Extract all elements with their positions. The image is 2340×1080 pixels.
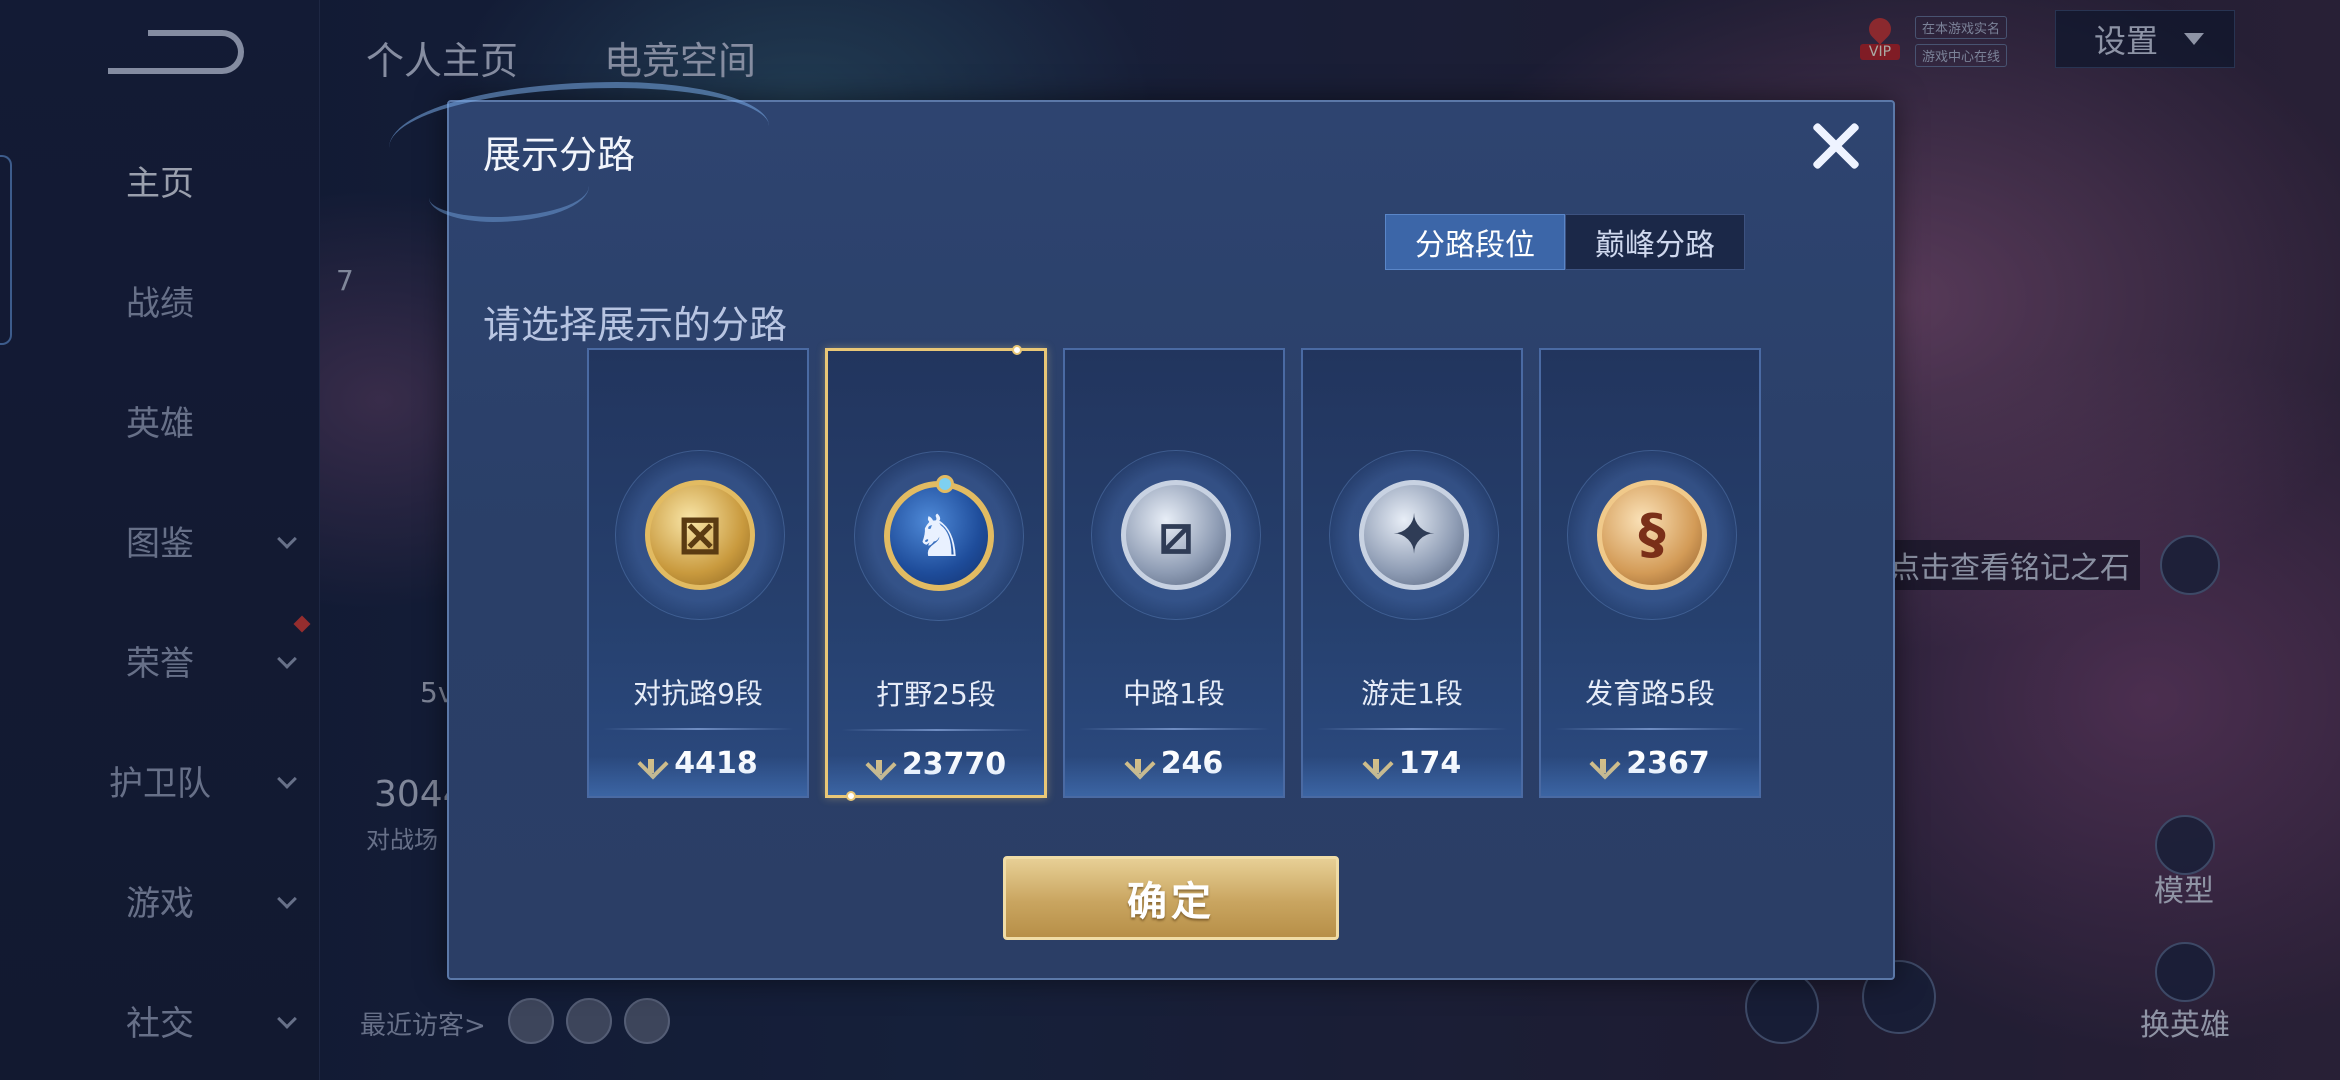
roam-wings-badge-icon: ✦	[1359, 480, 1469, 590]
mid-lane-badge-icon: ⧄	[1121, 480, 1231, 590]
lane-label: 打野25段	[876, 678, 996, 711]
lane-label: 对抗路9段	[633, 677, 763, 710]
lane-card[interactable]: ⧄中路1段246	[1063, 348, 1285, 798]
card-glow	[589, 756, 807, 796]
lane-card[interactable]: ♞打野25段23770	[825, 345, 1047, 801]
badge-glyph: ⊠	[677, 503, 723, 566]
card-glow	[828, 755, 1044, 795]
lane-card[interactable]: ⊠对抗路9段4418	[587, 348, 809, 798]
selection-corner-dot	[1012, 345, 1022, 355]
tab-peak-lane[interactable]: 巅峰分路	[1565, 214, 1745, 270]
lane-card[interactable]: ✦游走1段174	[1301, 348, 1523, 798]
instruction-text: 请选择展示的分路	[483, 303, 788, 347]
lane-label: 发育路5段	[1585, 677, 1715, 710]
lane-label: 中路1段	[1123, 677, 1225, 710]
lane-card[interactable]: §发育路5段2367	[1539, 348, 1761, 798]
divider	[842, 729, 1032, 731]
lane-label: 游走1段	[1361, 677, 1463, 710]
card-glow	[1065, 756, 1283, 796]
divider	[1317, 728, 1507, 730]
badge-glyph: ✦	[1391, 503, 1437, 566]
tab-lane-rank[interactable]: 分路段位	[1385, 214, 1565, 270]
confirm-button[interactable]: 确定	[1003, 856, 1339, 940]
card-glow	[1541, 756, 1759, 796]
jungle-dragon-badge-icon: ♞	[884, 475, 994, 591]
gem-icon	[936, 475, 954, 493]
divider	[603, 728, 793, 730]
card-glow	[1303, 756, 1521, 796]
farm-lane-badge-icon: §	[1597, 480, 1707, 590]
selection-corner-dot	[846, 791, 856, 801]
lane-tabs: 分路段位 巅峰分路	[1385, 214, 1745, 270]
lane-card-list: ⊠对抗路9段4418♞打野25段23770⧄中路1段246✦游走1段174§发育…	[587, 345, 1787, 801]
clash-lane-badge-icon: ⊠	[645, 480, 755, 590]
divider	[1555, 728, 1745, 730]
badge-glyph: §	[1638, 503, 1666, 566]
lane-display-modal: 展示分路 分路段位 巅峰分路 请选择展示的分路 ⊠对抗路9段4418♞打野25段…	[389, 82, 1895, 980]
badge-glyph: ⧄	[1158, 503, 1194, 566]
close-icon[interactable]	[1805, 116, 1865, 176]
badge-glyph: ♞	[913, 502, 965, 570]
divider	[1079, 728, 1269, 730]
modal-title: 展示分路	[483, 133, 636, 177]
